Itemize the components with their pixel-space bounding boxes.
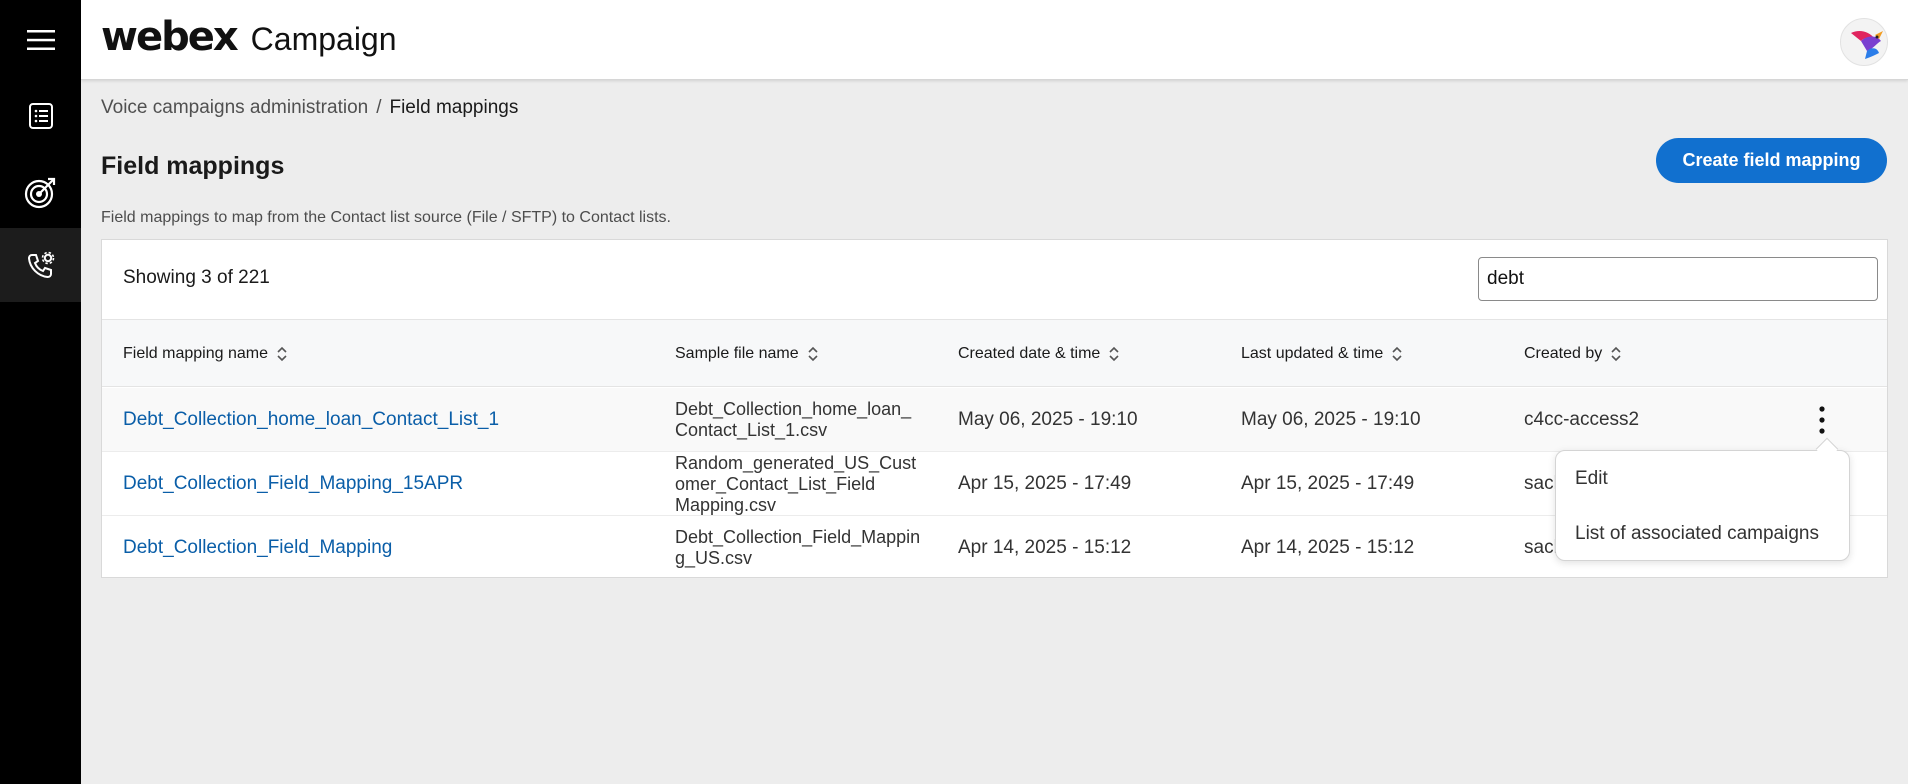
column-label: Created date & time (958, 345, 1101, 362)
nav-item-targets[interactable] (0, 155, 81, 229)
last-updated: May 06, 2025 - 19:10 (1241, 409, 1421, 430)
page-description: Field mappings to map from the Contact l… (101, 209, 671, 226)
page-title: Field mappings (101, 152, 285, 180)
sort-icon (1392, 346, 1402, 362)
breadcrumb-separator: / (376, 97, 382, 118)
column-header-created-date[interactable]: Created date & time (958, 320, 1120, 388)
product-name: Campaign (250, 21, 397, 57)
hamburger-icon (26, 30, 55, 50)
nav-item-voice-admin[interactable] (0, 228, 81, 302)
avatar[interactable] (1840, 18, 1888, 66)
field-mapping-name-link[interactable]: Debt_Collection_Field_Mapping_15APR (123, 452, 463, 516)
sample-file-name: Random_generated_US_Cust omer_Contact_Li… (675, 452, 917, 515)
create-field-mapping-button[interactable]: Create field mapping (1656, 138, 1887, 183)
column-label: Sample file name (675, 345, 799, 362)
brand: webex Campaign (101, 14, 397, 60)
left-nav (0, 0, 81, 784)
phone-settings-icon (27, 251, 54, 279)
column-header-sample-file-name[interactable]: Sample file name (675, 320, 819, 388)
field-mapping-name-link[interactable]: Debt_Collection_Field_Mapping (123, 516, 392, 580)
column-header-field-mapping-name[interactable]: Field mapping name (123, 320, 288, 388)
more-options-icon[interactable] (1812, 404, 1832, 436)
created-date: Apr 14, 2025 - 15:12 (958, 537, 1132, 558)
row-actions-menu: Edit List of associated campaigns (1555, 450, 1850, 561)
breadcrumb-voice-campaigns-admin[interactable]: Voice campaigns administration (101, 97, 368, 119)
breadcrumb-current: Field mappings (389, 97, 519, 118)
nav-item-campaigns-list[interactable] (0, 79, 81, 153)
created-by: c4cc-access2 (1524, 409, 1640, 430)
menu-button[interactable] (0, 3, 81, 77)
column-label: Last updated & time (1241, 345, 1384, 362)
last-updated: Apr 14, 2025 - 15:12 (1241, 537, 1415, 558)
column-label: Created by (1524, 345, 1603, 362)
created-date: May 06, 2025 - 19:10 (958, 409, 1138, 430)
column-header-created-by[interactable]: Created by (1524, 320, 1622, 388)
sort-icon (1109, 346, 1119, 362)
list-icon (28, 103, 53, 129)
top-bar: webex Campaign (81, 0, 1908, 80)
sample-file-name: Debt_Collection_home_loan_ Contact_List_… (675, 399, 912, 440)
bird-logo-icon (1851, 31, 1883, 59)
last-updated: Apr 15, 2025 - 17:49 (1241, 473, 1415, 494)
breadcrumb: Voice campaigns administration / Field m… (101, 97, 518, 119)
sort-icon (1611, 346, 1621, 362)
table-header: Field mapping name Sample file name Crea… (102, 319, 1887, 387)
target-icon (24, 177, 55, 209)
field-mapping-name-link[interactable]: Debt_Collection_home_loan_Contact_List_1 (123, 388, 499, 452)
sort-icon (277, 346, 287, 362)
created-date: Apr 15, 2025 - 17:49 (958, 473, 1132, 494)
sample-file-name: Debt_Collection_Field_Mappin g_US.csv (675, 527, 921, 568)
results-count: Showing 3 of 221 (123, 267, 270, 288)
table-row: Debt_Collection_home_loan_Contact_List_1… (102, 388, 1887, 452)
column-header-last-updated[interactable]: Last updated & time (1241, 320, 1403, 388)
webex-logo: webex (101, 14, 239, 60)
menu-item-edit[interactable]: Edit (1556, 454, 1849, 504)
menu-item-associated-campaigns[interactable]: List of associated campaigns (1556, 509, 1849, 559)
search-input[interactable] (1478, 257, 1878, 301)
sort-icon (808, 346, 818, 362)
column-label: Field mapping name (123, 345, 268, 362)
